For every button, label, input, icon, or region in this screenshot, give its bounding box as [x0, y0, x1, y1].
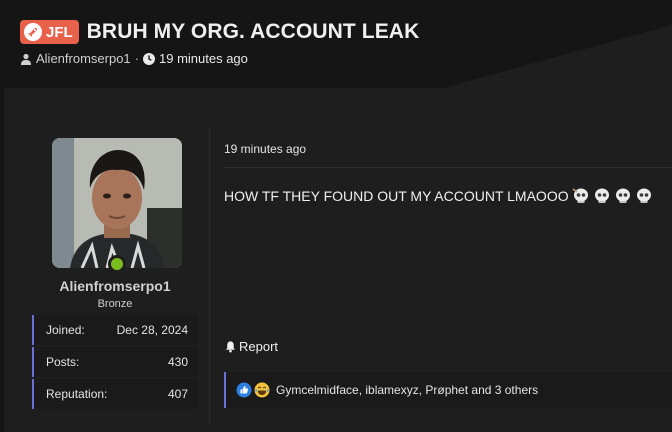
report-label: Report	[239, 339, 279, 354]
stat-reputation: Reputation: 407	[32, 379, 198, 409]
laugh-icon	[254, 382, 270, 398]
stat-value[interactable]: 430	[168, 355, 188, 369]
thread-author-link[interactable]: Alienfromserpo1	[36, 51, 131, 66]
clock-icon	[143, 52, 155, 65]
avatar[interactable]	[52, 138, 182, 268]
reactions-list[interactable]: Gymcelmidface, iblamexyz, Prøphet and 3 …	[276, 383, 538, 397]
message-divider	[224, 167, 672, 168]
emoji-group	[571, 186, 654, 206]
stat-label: Reputation:	[46, 387, 108, 401]
stat-value: Dec 28, 2024	[116, 323, 188, 337]
rocket-icon	[24, 23, 42, 41]
message-body: HOW TF THEY FOUND OUT MY ACCOUNT LMAOOO	[224, 186, 654, 206]
message-user: Alienfromserpo1 Bronze Joined: Dec 28, 2…	[20, 128, 210, 424]
stat-label: Posts:	[46, 355, 80, 369]
meta-separator: ·	[134, 51, 139, 66]
report-button[interactable]: Report	[224, 339, 278, 354]
message-text: HOW TF THEY FOUND OUT MY ACCOUNT LMAOOO	[224, 188, 569, 204]
title-row: JFL BRUH MY ORG. ACCOUNT LEAK	[20, 18, 660, 46]
thread-meta: Alienfromserpo1 · 19 minutes ago	[20, 51, 660, 66]
avatar-container	[52, 138, 182, 273]
bell-icon	[225, 341, 236, 353]
online-status-indicator	[108, 255, 126, 273]
thread-prefix-badge[interactable]: JFL	[20, 20, 79, 44]
user-stats: Joined: Dec 28, 2024 Posts: 430 Reputati…	[32, 315, 198, 411]
stat-label: Joined:	[46, 323, 85, 337]
message-time-link[interactable]: 19 minutes ago	[224, 142, 306, 156]
reactions-bar[interactable]: Gymcelmidface, iblamexyz, Prøphet and 3 …	[224, 372, 672, 408]
thread-prefix-label: JFL	[46, 23, 73, 41]
stat-posts: Posts: 430	[32, 347, 198, 377]
skull-emoji	[636, 188, 651, 203]
user-title: Bronze	[97, 298, 133, 310]
skull-emoji	[615, 188, 630, 203]
username-link[interactable]: Alienfromserpo1	[20, 278, 210, 294]
stat-value: 407	[167, 387, 188, 401]
message-content: 19 minutes ago HOW TF THEY FOUND OUT MY …	[224, 128, 672, 424]
thread-title: BRUH MY ORG. ACCOUNT LEAK	[86, 20, 420, 43]
skull-emoji	[594, 188, 609, 203]
like-icon	[236, 382, 252, 398]
thread-header: JFL BRUH MY ORG. ACCOUNT LEAK Alienfroms…	[20, 18, 660, 66]
skull-emoji	[572, 188, 588, 203]
stat-joined: Joined: Dec 28, 2024	[32, 315, 198, 345]
thread-time-link[interactable]: 19 minutes ago	[159, 51, 248, 66]
user-icon	[20, 53, 32, 65]
